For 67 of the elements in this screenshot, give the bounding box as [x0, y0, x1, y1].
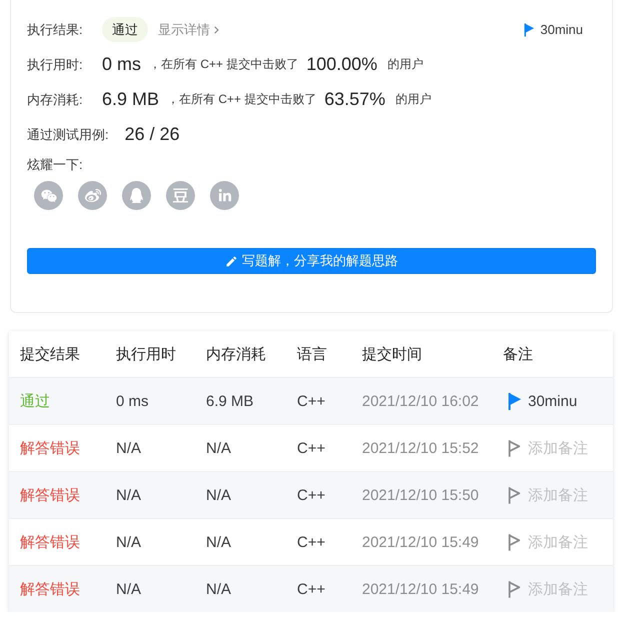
stat-value: 0 ms [102, 54, 142, 75]
result-label: 执行结果: [27, 20, 84, 38]
linkedin-icon[interactable] [210, 181, 239, 210]
note-link[interactable]: 30minu [540, 22, 583, 37]
flag-icon[interactable] [508, 392, 521, 410]
wechat-icon[interactable] [34, 181, 63, 210]
stat-comparison: ，在所有 C++ 提交中击败了 [149, 56, 298, 73]
flag-icon[interactable] [508, 580, 521, 598]
table-cell: 2021/12/10 16:02 [362, 392, 479, 410]
table-cell: N/A [116, 580, 142, 598]
note-link[interactable]: 添加备注 [528, 486, 588, 504]
table-cell: 6.9 MB [206, 392, 254, 410]
note-link[interactable]: 30minu [528, 392, 578, 410]
note-link[interactable]: 添加备注 [528, 532, 588, 552]
table-cell: N/A [206, 486, 232, 504]
table-cell: 2021/12/10 15:49 [362, 580, 479, 598]
table-cell: 2021/12/10 15:50 [362, 486, 479, 504]
column-header: 语言 [297, 344, 327, 364]
test-cases-label: 通过测试用例: [27, 126, 109, 144]
flag-icon[interactable] [508, 486, 521, 504]
column-header: 提交时间 [362, 344, 422, 364]
note-link[interactable]: 添加备注 [528, 438, 588, 458]
qq-icon[interactable] [122, 181, 151, 210]
stat-comparison: ，在所有 C++ 提交中击败了 [167, 91, 316, 108]
table-cell: C++ [297, 392, 326, 410]
status-badge: 通过 [102, 17, 148, 42]
table-cell: 2021/12/10 15:49 [362, 534, 479, 550]
stat-percent: 100.00% [306, 54, 378, 75]
table-cell: N/A [116, 486, 142, 504]
stat-suffix: 的用户 [395, 91, 432, 108]
pencil-icon [225, 254, 238, 268]
details-link[interactable]: 显示详情 [158, 20, 210, 38]
column-header: 执行用时 [116, 344, 176, 364]
result-cell[interactable]: 解答错误 [20, 580, 80, 598]
flag-icon[interactable] [508, 534, 521, 550]
result-cell[interactable]: 解答错误 [20, 438, 80, 458]
table-cell: C++ [297, 486, 326, 504]
column-header: 提交结果 [20, 344, 80, 364]
test-cases-value: 26 / 26 [124, 124, 180, 145]
table-cell: C++ [297, 534, 326, 550]
table-cell: N/A [206, 440, 232, 456]
table-cell: 0 ms [116, 392, 149, 410]
result-cell[interactable]: 通过 [20, 392, 50, 410]
result-cell[interactable]: 解答错误 [20, 532, 80, 552]
stat-label: 执行用时: [27, 56, 84, 74]
weibo-icon[interactable] [78, 181, 107, 210]
table-cell: N/A [116, 440, 142, 456]
stat-percent: 63.57% [324, 89, 386, 110]
table-cell: C++ [297, 440, 326, 456]
share-label: 炫耀一下: [27, 156, 83, 174]
table-cell: C++ [297, 580, 326, 598]
flag-icon[interactable] [508, 440, 521, 456]
table-cell: N/A [206, 534, 232, 550]
flag-icon[interactable] [524, 22, 534, 36]
stat-suffix: 的用户 [387, 56, 424, 73]
note-link[interactable]: 添加备注 [528, 580, 588, 598]
table-cell: 2021/12/10 15:52 [362, 440, 479, 456]
chevron-right-icon[interactable] [214, 26, 219, 34]
result-cell[interactable]: 解答错误 [20, 486, 80, 504]
write-solution-button[interactable]: 写题解，分享我的解题思路 [27, 248, 596, 274]
column-header: 备注 [503, 344, 533, 364]
column-header: 内存消耗 [206, 344, 266, 364]
douban-icon[interactable] [166, 181, 195, 210]
stat-value: 6.9 MB [102, 89, 160, 110]
stat-label: 内存消耗: [27, 90, 84, 108]
table-cell: N/A [206, 580, 232, 598]
table-cell: N/A [116, 534, 142, 550]
